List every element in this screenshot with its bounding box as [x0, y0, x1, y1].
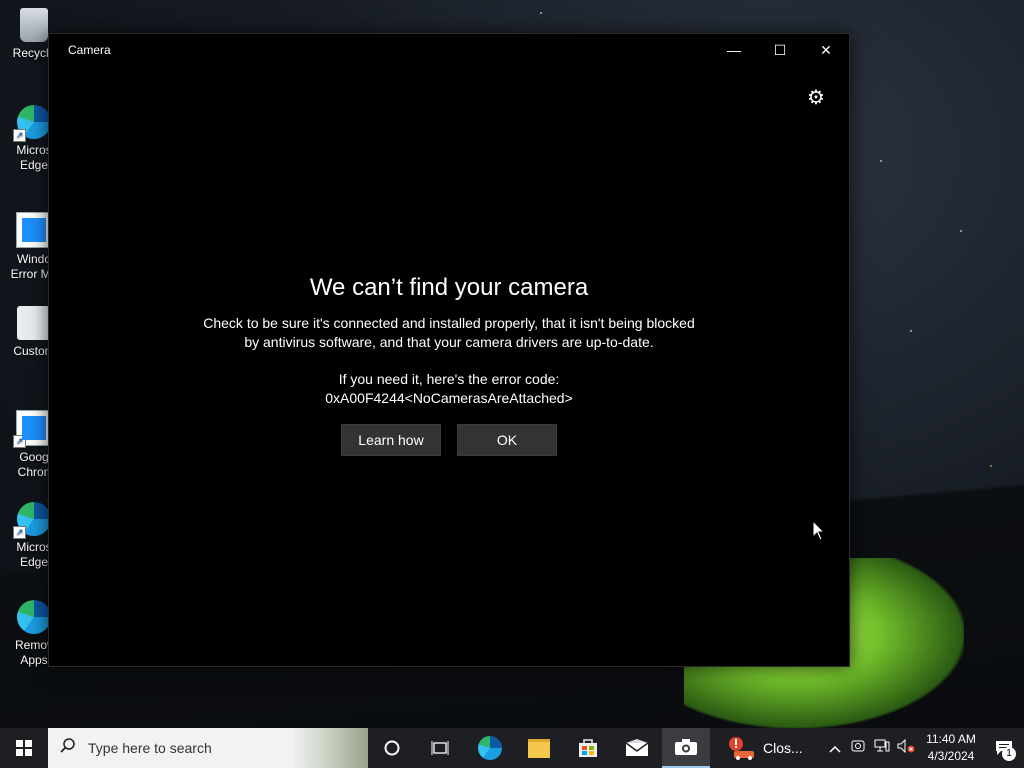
taskbar-mail[interactable]: [613, 728, 661, 768]
taskbar-store[interactable]: [564, 728, 612, 768]
network-icon: [874, 739, 890, 751]
shortcut-arrow-icon: ↗: [13, 526, 26, 539]
minimize-icon: —: [727, 42, 741, 58]
document-icon: ↗: [13, 410, 52, 448]
action-center-button[interactable]: 1: [984, 728, 1024, 768]
edge-icon: [17, 600, 51, 634]
shortcut-arrow-icon: ↗: [13, 129, 26, 142]
star: [540, 12, 542, 14]
volume-muted-icon: [897, 738, 915, 753]
button-row: Learn how OK: [49, 424, 849, 456]
edge-icon: ↗: [13, 502, 51, 539]
task-view-icon: [431, 741, 449, 755]
edge-icon: ↗: [13, 105, 51, 142]
edge-icon: [478, 736, 502, 760]
error-code-intro: If you need it, here's the error code:: [338, 371, 560, 387]
star: [990, 465, 992, 467]
system-tray: 11:40 AM 4/3/2024 1: [824, 728, 1024, 768]
close-icon: ✕: [820, 42, 832, 58]
error-description-line: by antivirus software, and that your cam…: [244, 334, 654, 350]
windows-logo-icon: [16, 740, 32, 756]
taskbar-edge[interactable]: [466, 728, 514, 768]
error-description: Check to be sure it's connected and inst…: [49, 314, 849, 352]
learn-how-button[interactable]: Learn how: [341, 424, 441, 456]
clock[interactable]: 11:40 AM 4/3/2024: [918, 731, 984, 765]
clock-date: 4/3/2024: [927, 749, 975, 763]
camera-icon: [675, 739, 697, 755]
gear-icon: ⚙: [807, 87, 825, 109]
taskbar-notification-app[interactable]: Clos...: [726, 728, 803, 768]
title-bar[interactable]: Camera — ☐ ✕: [49, 34, 849, 66]
show-hidden-icons-button[interactable]: [824, 741, 846, 756]
taskbar: Type here to search Clos... 11:40 AM 4/3…: [0, 728, 1024, 768]
search-icon: [60, 737, 84, 759]
chevron-up-icon: [829, 745, 841, 753]
notification-count-badge: 1: [1002, 747, 1016, 761]
taskbar-file-explorer[interactable]: [515, 728, 563, 768]
maximize-icon: ☐: [773, 42, 787, 58]
cortana-button[interactable]: [368, 728, 416, 768]
mouse-cursor-icon: [812, 520, 826, 541]
store-bag-icon: [579, 739, 597, 757]
task-view-button[interactable]: [416, 728, 464, 768]
recycle-bin-icon: [20, 8, 48, 42]
document-icon: [16, 212, 52, 248]
error-title: We can’t find your camera: [309, 274, 589, 301]
volume-button[interactable]: [894, 738, 918, 758]
search-highlight-image: [292, 728, 368, 768]
star: [880, 160, 882, 162]
minimize-button[interactable]: —: [711, 34, 757, 66]
notification-app-label: Clos...: [763, 740, 803, 756]
shortcut-arrow-icon: ↗: [13, 435, 26, 448]
close-button[interactable]: ✕: [803, 34, 849, 66]
network-button[interactable]: [870, 739, 894, 758]
taskbar-search-box[interactable]: Type here to search: [48, 728, 368, 768]
error-code-block: If you need it, here's the error code: 0…: [49, 370, 849, 408]
camera-window: Camera — ☐ ✕ ⚙ We can’t find your camera…: [48, 33, 850, 667]
taskbar-camera[interactable]: [662, 728, 710, 768]
cortana-circle-icon: [384, 740, 400, 756]
clock-time: 11:40 AM: [926, 732, 976, 746]
webcam-tray-icon: [851, 740, 865, 751]
ok-button[interactable]: OK: [457, 424, 557, 456]
error-panel: We can’t find your camera Check to be su…: [49, 274, 849, 456]
maximize-button[interactable]: ☐: [757, 34, 803, 66]
window-title: Camera: [68, 43, 111, 57]
settings-button[interactable]: ⚙: [805, 87, 827, 109]
webcam-tray-button[interactable]: [846, 739, 870, 758]
mail-icon: [625, 739, 649, 756]
start-button[interactable]: [0, 728, 48, 768]
warning-car-icon: [729, 737, 754, 760]
error-code: 0xA00F4244<NoCamerasAreAttached>: [325, 390, 573, 406]
star: [910, 330, 912, 332]
folder-icon: [528, 738, 550, 758]
error-description-line: Check to be sure it's connected and inst…: [203, 315, 695, 331]
star: [960, 230, 962, 232]
search-placeholder: Type here to search: [88, 740, 212, 756]
gear-document-icon: [17, 306, 51, 340]
